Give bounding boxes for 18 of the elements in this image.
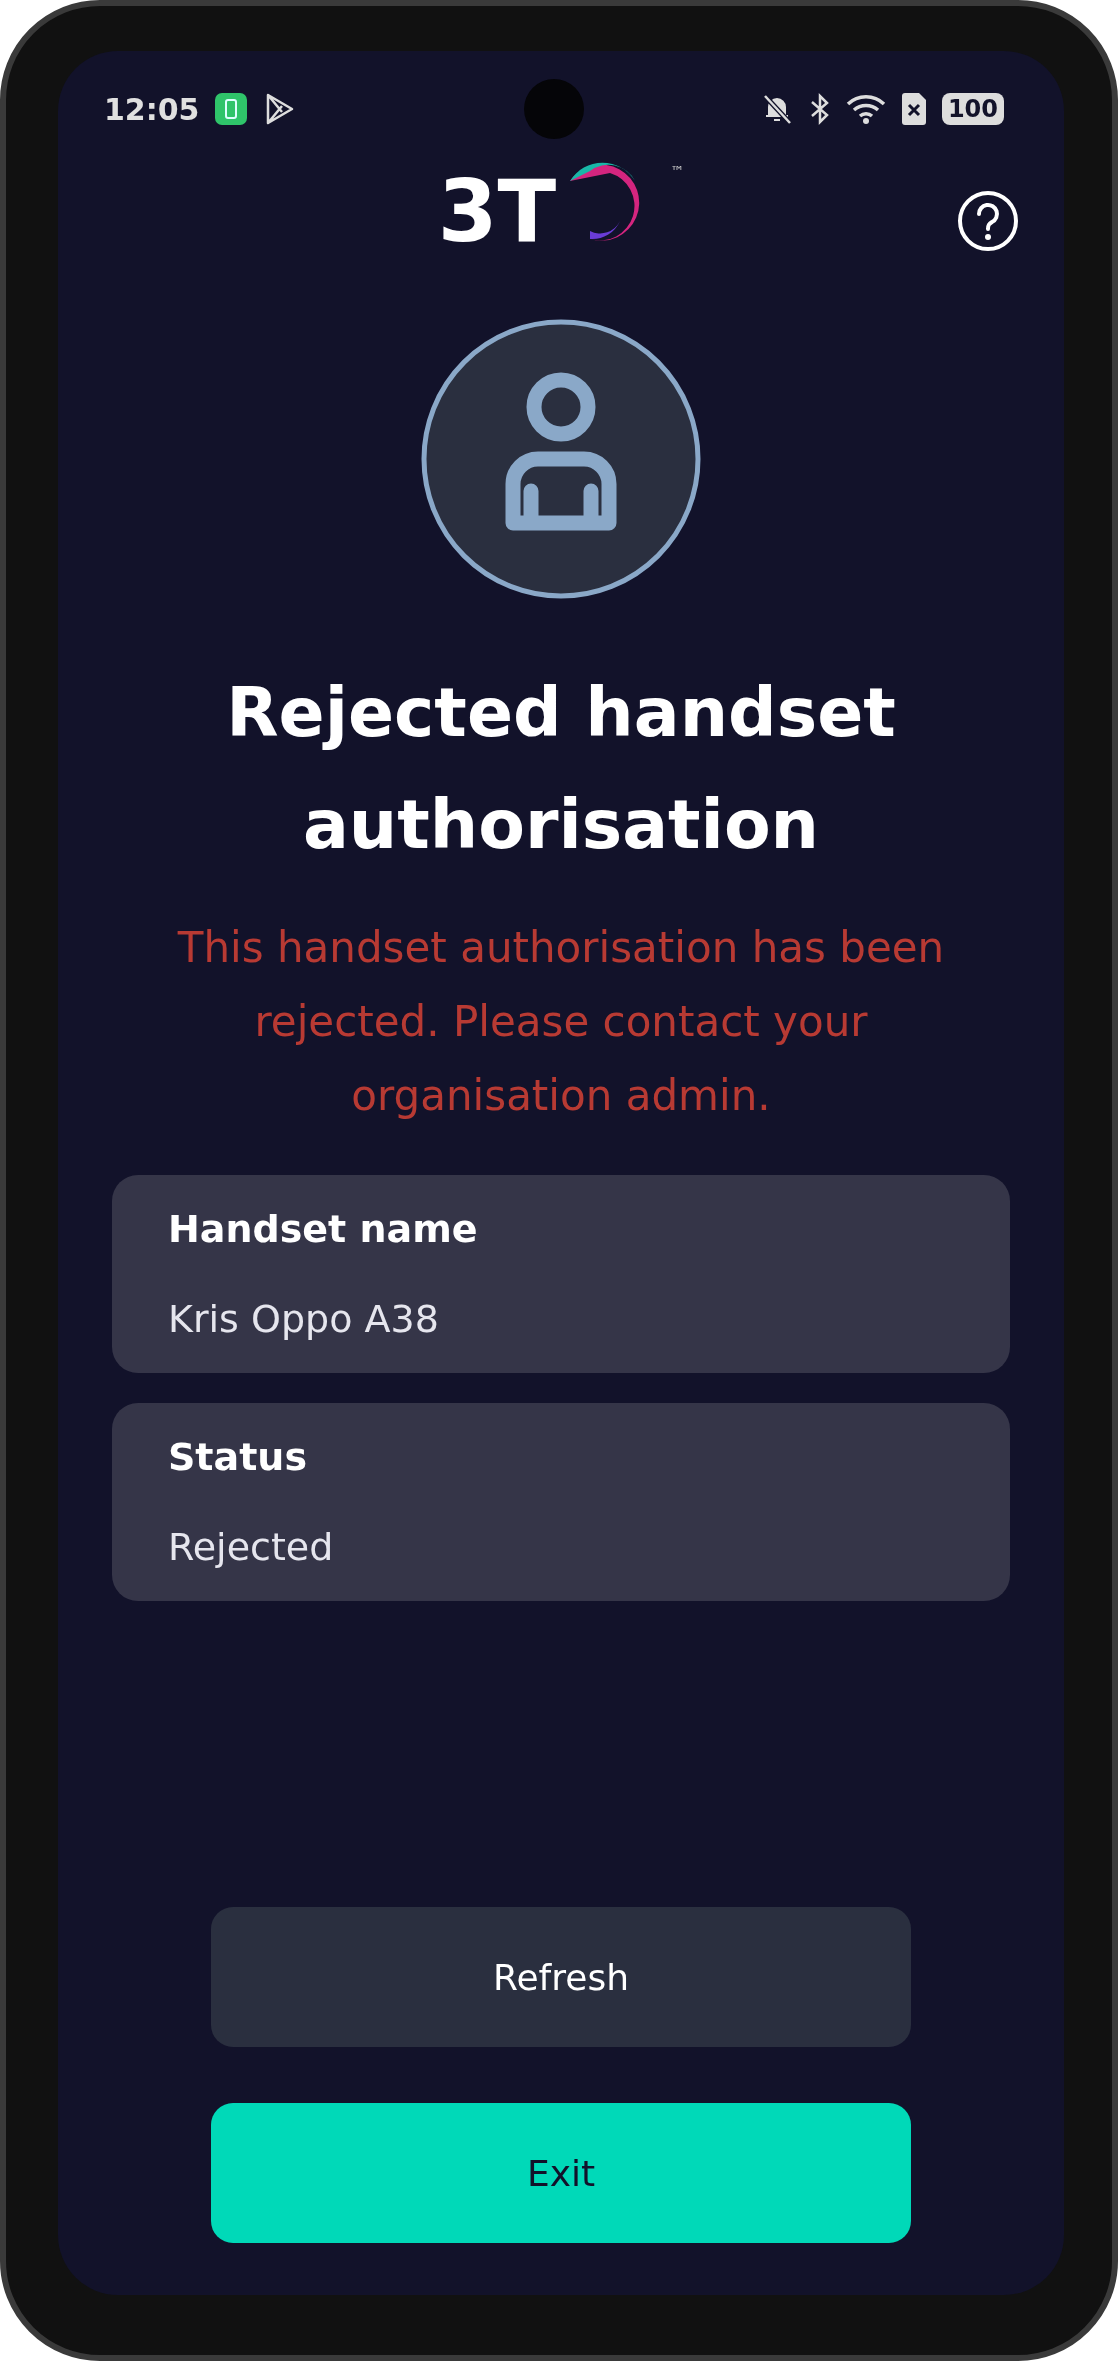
- field-label: Handset name: [168, 1207, 479, 1251]
- battery-indicator: 100: [941, 93, 1004, 125]
- trademark-mark: ™: [670, 163, 685, 179]
- user-avatar-icon: [421, 319, 701, 599]
- app-logo: 3T: [437, 162, 558, 261]
- sim-icon: [899, 92, 928, 126]
- battery-app-icon: [213, 92, 248, 126]
- help-icon[interactable]: [956, 189, 1020, 253]
- field-value: Rejected: [168, 1525, 335, 1569]
- refresh-button[interactable]: Refresh: [211, 1907, 911, 2047]
- camera-hole: [524, 79, 584, 139]
- page-title: Rejected handset authorisation: [225, 672, 897, 866]
- field-label: Status: [168, 1435, 308, 1479]
- status-time: 12:05: [104, 91, 200, 127]
- field-value: Kris Oppo A38: [168, 1297, 440, 1341]
- error-message: This handset authorisation has been rejected. Please contact your organisation admin.: [176, 922, 946, 1122]
- exit-button[interactable]: Exit: [211, 2103, 911, 2243]
- wifi-icon: [845, 92, 886, 126]
